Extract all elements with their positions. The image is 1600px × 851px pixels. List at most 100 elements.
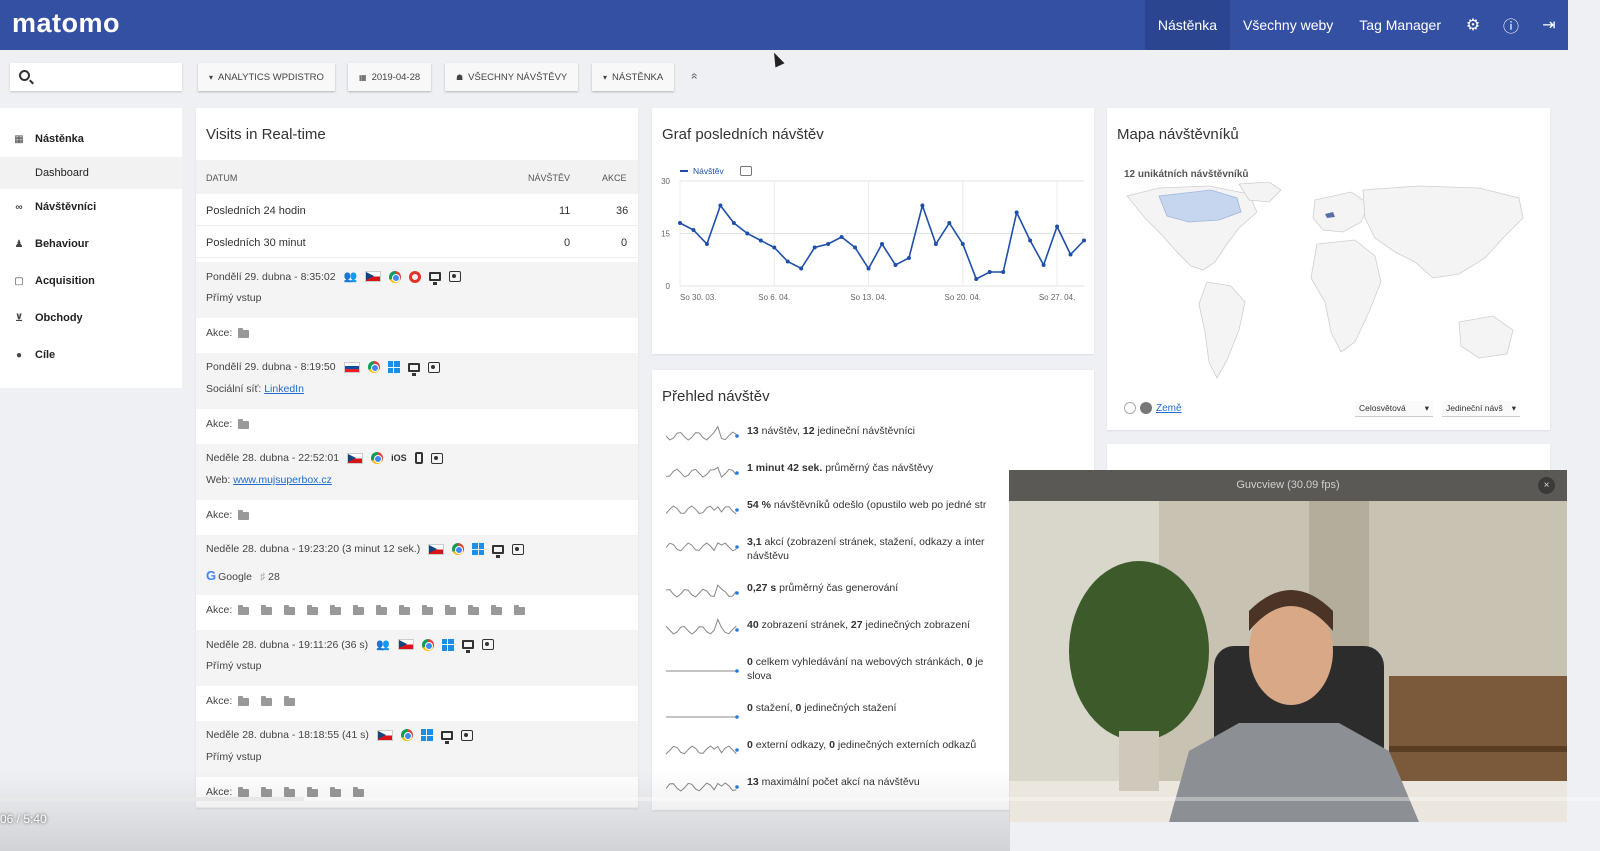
windows-icon	[441, 638, 454, 651]
data-point	[853, 245, 858, 250]
matomo-logo[interactable]: matomo	[12, 8, 120, 39]
visit-entry[interactable]: Neděle 28. dubna - 19:23:20 (3 minut 12 …	[196, 535, 638, 625]
profile-card-icon[interactable]	[427, 361, 440, 373]
folder-icon[interactable]	[399, 605, 410, 615]
y-tick-label: 30	[661, 177, 670, 186]
header-actions[interactable]: AKCE	[602, 173, 627, 183]
sidebar-subitem-dashboard[interactable]: Dashboard	[0, 157, 182, 189]
nav-all-websites[interactable]: Všechny weby	[1230, 0, 1346, 50]
folder-icon[interactable]	[353, 605, 364, 615]
visit-entry[interactable]: Neděle 28. dubna - 19:11:26 (36 s) 👥 Pří…	[196, 630, 638, 716]
world-map[interactable]	[1119, 182, 1539, 392]
countries-link[interactable]: Země	[1156, 403, 1182, 414]
logout-icon[interactable]: ⇥	[1530, 0, 1568, 50]
visit-entry[interactable]: Pondělí 29. dubna - 8:35:02 👥 Přímý vstu…	[196, 262, 638, 348]
search-box[interactable]	[10, 63, 182, 91]
site-selector[interactable]: ▾ ANALYTICS WPDISTRO	[198, 63, 335, 91]
ios-label: iOS	[391, 453, 407, 463]
sparkline-last-point	[735, 591, 739, 595]
info-icon[interactable]: ⓘ	[1492, 0, 1530, 50]
sidebar-item-acquisition[interactable]: ▢ Acquisition	[0, 265, 182, 297]
sparkline[interactable]	[666, 701, 742, 723]
folder-icon[interactable]	[238, 510, 249, 520]
data-point	[1068, 252, 1073, 257]
folder-icon[interactable]	[261, 696, 272, 706]
visitor-profile-icon[interactable]: 👥	[344, 270, 358, 283]
referrer-link[interactable]: www.mujsuperbox.cz	[233, 474, 332, 486]
folder-icon[interactable]	[261, 605, 272, 615]
folder-icon[interactable]	[514, 605, 525, 615]
sidebar-item-visitors[interactable]: ∞ Návštěvníci	[0, 191, 182, 223]
sparkline[interactable]	[666, 655, 742, 677]
sparkline-line	[666, 584, 737, 598]
segment-selector[interactable]: ☗ VŠECHNY NÁVŠTĚVY	[445, 63, 579, 91]
sidebar-item-ecommerce[interactable]: ⊻ Obchody	[0, 302, 182, 334]
sparkline-last-point	[735, 669, 739, 673]
sparkline[interactable]	[666, 461, 742, 483]
folder-icon[interactable]	[238, 328, 249, 338]
google-icon: G	[206, 568, 217, 583]
folder-icon[interactable]	[445, 605, 456, 615]
folder-icon[interactable]	[468, 605, 479, 615]
sparkline[interactable]	[666, 618, 742, 640]
header-visits[interactable]: NÁVŠTĚV	[528, 173, 570, 183]
search-input[interactable]	[38, 67, 176, 87]
folder-icon[interactable]	[491, 605, 502, 615]
referrer-link[interactable]: LinkedIn	[264, 383, 304, 395]
date-selector[interactable]: ▦ 2019-04-28	[348, 63, 432, 91]
sidebar-item-goals[interactable]: ● Cíle	[0, 339, 182, 371]
nav-tag-manager[interactable]: Tag Manager	[1346, 0, 1454, 50]
browser-icon	[371, 452, 384, 464]
sparkline[interactable]	[666, 424, 742, 446]
nav-dashboard[interactable]: Nástěnka	[1144, 0, 1230, 50]
dashboard-selector[interactable]: ▾ NÁSTĚNKA	[592, 63, 675, 91]
visit-entry[interactable]: Pondělí 29. dubna - 8:19:50 Sociální síť…	[196, 353, 638, 439]
sparkline[interactable]	[666, 498, 742, 520]
profile-card-icon[interactable]	[460, 729, 473, 741]
sidebar-item-dashboard[interactable]: ▦ Nástěnka	[0, 123, 182, 155]
browser-icon	[452, 543, 465, 555]
overview-value: 13	[747, 425, 759, 437]
webcam-title[interactable]: Guvcview (30.09 fps)	[1009, 470, 1567, 501]
visitor-profile-icon[interactable]: 👥	[376, 638, 390, 651]
data-point	[691, 228, 696, 232]
sparkline[interactable]	[666, 581, 742, 603]
folder-icon[interactable]	[307, 605, 318, 615]
folder-icon[interactable]	[284, 696, 295, 706]
sparkline[interactable]	[666, 738, 742, 760]
data-point	[974, 277, 979, 281]
x-tick-label: So 27. 04.	[1039, 293, 1075, 302]
desktop-icon	[492, 544, 505, 558]
zoom-icon[interactable]	[1124, 402, 1136, 414]
data-point	[1082, 238, 1086, 243]
webcam-window[interactable]: Guvcview (30.09 fps) ×	[1009, 470, 1567, 822]
gear-icon[interactable]: ⚙	[1454, 0, 1492, 50]
map-metric-select[interactable]: Jedineční návš ▾	[1442, 401, 1520, 417]
map-region-select[interactable]: Celosvětová ▾	[1355, 401, 1433, 417]
profile-card-icon[interactable]	[512, 543, 525, 555]
profile-card-icon[interactable]	[449, 271, 462, 282]
header-date[interactable]: DATUM	[206, 173, 237, 183]
folder-icon[interactable]	[422, 605, 433, 615]
overview-row[interactable]: 13 návštěv, 12 jedineční návštěvníci	[662, 422, 1082, 452]
visit-entry[interactable]: Neděle 28. dubna - 22:52:01 iOS Web: www…	[196, 444, 638, 530]
data-point	[893, 263, 898, 267]
sidebar-item-behaviour[interactable]: ♟ Behaviour	[0, 228, 182, 260]
grid-icon: ▦	[14, 133, 24, 145]
sparkline[interactable]	[666, 535, 742, 557]
close-icon[interactable]: ×	[1538, 477, 1555, 494]
desktop-icon	[461, 640, 474, 653]
folder-icon[interactable]	[376, 605, 387, 615]
folder-icon[interactable]	[284, 605, 295, 615]
folder-icon[interactable]	[238, 419, 249, 429]
folder-icon[interactable]	[238, 605, 249, 615]
profile-card-icon[interactable]	[481, 639, 494, 650]
folder-icon[interactable]	[238, 696, 249, 706]
folder-icon[interactable]	[330, 605, 341, 615]
caret-icon: ▾	[603, 72, 608, 82]
collapse-icon[interactable]: »	[686, 73, 700, 80]
video-progress-bar[interactable]	[0, 797, 1600, 801]
search-icon	[19, 70, 30, 81]
y-tick-label: 15	[661, 230, 670, 239]
profile-card-icon[interactable]	[430, 452, 443, 464]
